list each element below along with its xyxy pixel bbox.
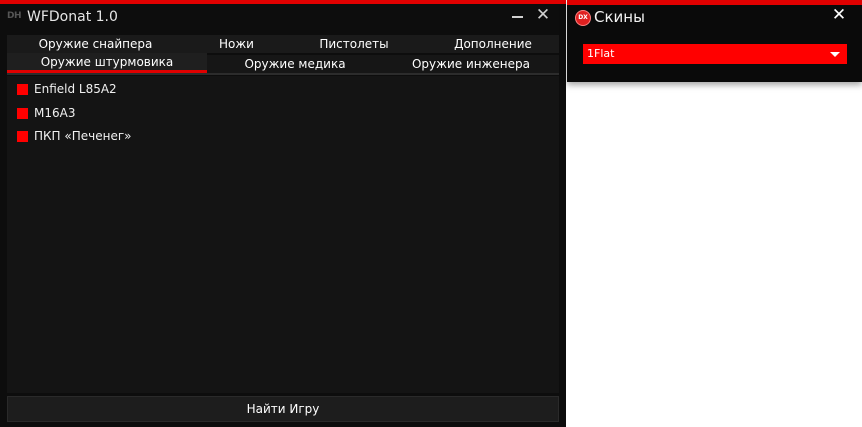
- item-label: Enfield L85A2: [34, 82, 117, 96]
- app-logo: DH: [7, 11, 22, 21]
- select-value: 1Flat: [587, 47, 615, 60]
- checkbox[interactable]: [17, 83, 28, 95]
- app-title: WFDonat 1.0: [27, 9, 118, 25]
- close-button[interactable]: ✕: [535, 6, 551, 24]
- tab-knives[interactable]: Ножи: [184, 35, 289, 53]
- chevron-down-icon: [830, 52, 840, 57]
- tab-assault[interactable]: Оружие штурмовика: [7, 53, 207, 73]
- weapon-list-panel: Enfield L85A2 M16A3 ПКП «Печенег»: [7, 76, 559, 393]
- tab-sniper[interactable]: Оружие снайпера: [7, 35, 184, 53]
- tab-pistols[interactable]: Пистолеты: [289, 35, 419, 53]
- list-item-enfield[interactable]: Enfield L85A2: [17, 82, 117, 96]
- item-label: M16A3: [34, 106, 76, 120]
- list-item-pkp-pecheneg[interactable]: ПКП «Печенег»: [17, 129, 131, 143]
- skins-title: Скины: [594, 8, 645, 26]
- minimize-button[interactable]: [512, 16, 523, 18]
- tab-medic[interactable]: Оружие медика: [207, 55, 383, 73]
- checkbox[interactable]: [17, 130, 28, 142]
- checkbox[interactable]: [17, 107, 28, 119]
- close-button[interactable]: ✕: [831, 6, 847, 24]
- list-item-m16a3[interactable]: M16A3: [17, 106, 75, 120]
- item-label: ПКП «Печенег»: [34, 129, 132, 143]
- dx-icon: DX: [575, 10, 591, 26]
- accent-line: [567, 0, 862, 5]
- skin-select[interactable]: 1Flat: [583, 44, 847, 64]
- skins-window: DX Скины ✕ 1Flat: [567, 0, 862, 82]
- tab-engineer[interactable]: Оружие инженера: [383, 55, 559, 73]
- tab-addons[interactable]: Дополнение: [419, 35, 567, 53]
- find-game-button[interactable]: Найти Игру: [7, 396, 559, 422]
- title-bar: DH WFDonat 1.0 ✕: [0, 4, 566, 30]
- main-window: DH WFDonat 1.0 ✕ Оружие снайпера Ножи Пи…: [0, 0, 566, 427]
